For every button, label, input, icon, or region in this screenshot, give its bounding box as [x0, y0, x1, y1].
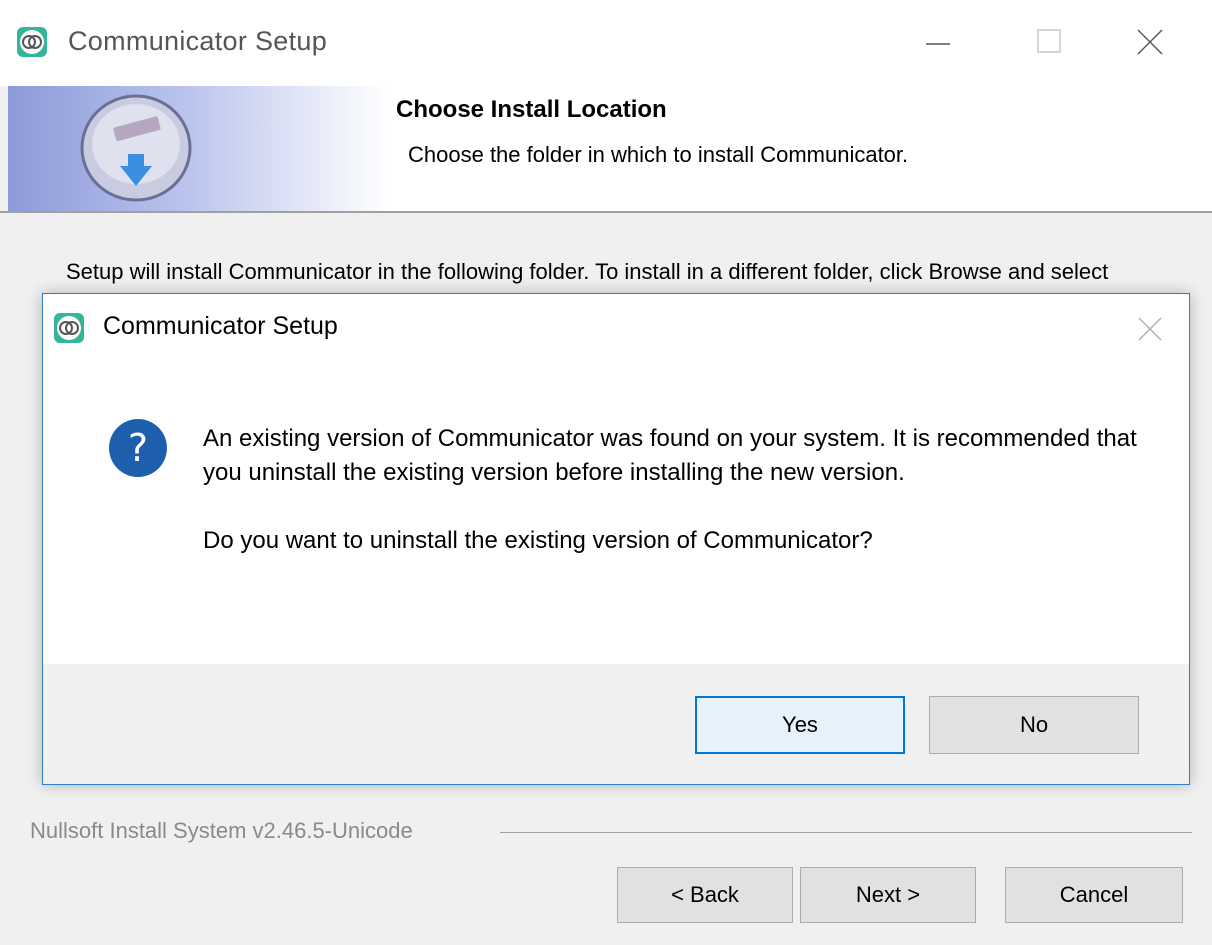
- no-button[interactable]: No: [929, 696, 1139, 754]
- title-bar[interactable]: Communicator Setup: [0, 0, 1212, 86]
- communicator-app-icon: [54, 313, 84, 343]
- back-button[interactable]: < Back: [617, 867, 793, 923]
- next-button[interactable]: Next >: [800, 867, 976, 923]
- installer-disc-icon: [80, 94, 192, 202]
- question-icon: ?: [109, 419, 167, 477]
- dialog-message: An existing version of Communicator was …: [203, 422, 1163, 558]
- yes-button[interactable]: Yes: [695, 696, 905, 754]
- footer-divider: [500, 832, 1192, 833]
- header-subtitle: Choose the folder in which to install Co…: [408, 142, 909, 167]
- dialog-message-text: An existing version of Communicator was …: [203, 425, 1137, 486]
- svg-text:?: ?: [128, 426, 148, 470]
- maximize-icon[interactable]: [1008, 14, 1088, 70]
- header-title: Choose Install Location: [396, 96, 667, 123]
- wizard-header: Choose Install Location Choose the folde…: [8, 86, 1212, 212]
- communicator-app-icon: [17, 27, 47, 57]
- close-icon[interactable]: [1125, 310, 1175, 350]
- header-gradient: [8, 86, 388, 212]
- header-divider: [0, 211, 1212, 213]
- window-title: Communicator Setup: [68, 26, 328, 56]
- dialog-question: Do you want to uninstall the existing ve…: [203, 527, 873, 554]
- dialog-title: Communicator Setup: [103, 312, 338, 340]
- uninstall-dialog: Communicator Setup ? An existing version…: [42, 293, 1190, 785]
- dialog-title-bar[interactable]: Communicator Setup: [43, 294, 1189, 364]
- minimize-icon[interactable]: [898, 14, 978, 70]
- close-icon[interactable]: [1110, 14, 1190, 70]
- cancel-button[interactable]: Cancel: [1005, 867, 1183, 923]
- nsis-branding: Nullsoft Install System v2.46.5-Unicode: [30, 818, 413, 843]
